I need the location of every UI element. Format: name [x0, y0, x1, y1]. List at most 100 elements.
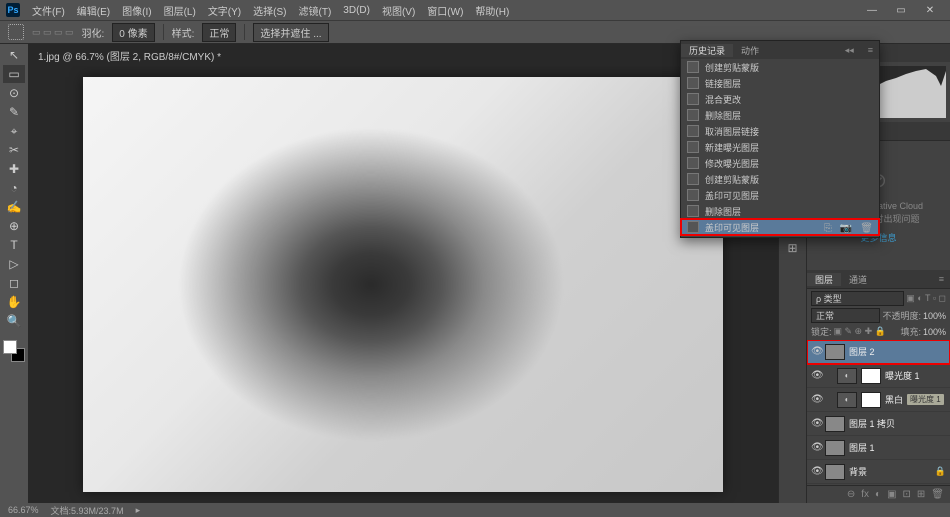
style-select[interactable]: 正常 [202, 23, 236, 42]
status-chevron-icon[interactable]: ▸ [136, 505, 141, 516]
layer-thumb[interactable] [861, 392, 881, 408]
layer-thumb[interactable]: ◐ [837, 392, 857, 408]
history-panel[interactable]: 历史记录 动作 ◂◂ ≡ 创建剪贴蒙版链接图层混合更改删除图层取消图层链接新建曝… [680, 40, 880, 238]
history-item[interactable]: 取消图层链接 [681, 123, 879, 139]
eyedropper-tool[interactable]: ✂ [3, 141, 25, 159]
history-item[interactable]: 删除图层 [681, 203, 879, 219]
canvas[interactable] [83, 77, 723, 492]
zoom-readout[interactable]: 66.67% [8, 505, 39, 515]
history-item[interactable]: 创建剪贴蒙版 [681, 171, 879, 187]
window-close-icon[interactable]: ✕ [916, 2, 944, 18]
menu-filter[interactable]: 滤镜(T) [295, 1, 336, 20]
layer-thumb[interactable] [825, 464, 845, 480]
new-layer-icon[interactable]: ⊞ [917, 489, 925, 500]
visibility-toggle-icon[interactable]: 👁 [811, 346, 821, 357]
layer-name[interactable]: 图层 1 拷贝 [849, 417, 895, 430]
tab-channels[interactable]: 通道 [841, 273, 875, 286]
visibility-toggle-icon[interactable]: 👁 [811, 370, 821, 381]
layer-row[interactable]: 👁背景🔒 [807, 460, 950, 484]
document-tab[interactable]: 1.jpg @ 66.7% (图层 2, RGB/8#/CMYK) * [28, 44, 778, 66]
marquee-new-icon[interactable]: ▭ ▭ ▭ ▭ [32, 27, 74, 38]
fill-value[interactable]: 100% [923, 327, 946, 337]
history-snapshot-icon[interactable]: 📷 [840, 223, 852, 234]
menu-help[interactable]: 帮助(H) [471, 1, 513, 20]
panel-menu-icon[interactable]: ≡ [860, 45, 879, 55]
layer-name[interactable]: 图层 1 [849, 441, 875, 454]
opacity-value[interactable]: 100% [923, 311, 946, 321]
delete-layer-icon[interactable]: 🗑 [931, 489, 944, 500]
feather-input[interactable]: 0 像素 [112, 23, 154, 42]
window-minimize-icon[interactable]: — [858, 2, 886, 18]
clone-tool[interactable]: ✍ [3, 198, 25, 216]
menu-type[interactable]: 文字(Y) [204, 1, 245, 20]
layer-row[interactable]: 👁◐黑白曝光度 1 [807, 388, 950, 412]
layer-name[interactable]: 黑白 [885, 393, 903, 406]
history-list[interactable]: 创建剪贴蒙版链接图层混合更改删除图层取消图层链接新建曝光图层修改曝光图层创建剪贴… [681, 59, 879, 219]
menu-window[interactable]: 窗口(W) [423, 1, 467, 20]
history-delete-icon[interactable]: 🗑 [860, 223, 873, 234]
menu-view[interactable]: 视图(V) [378, 1, 419, 20]
menu-layer[interactable]: 图层(L) [160, 1, 200, 20]
type-tool[interactable]: T [3, 236, 25, 254]
history-item[interactable]: 删除图层 [681, 107, 879, 123]
crop-tool[interactable]: ⌖ [3, 122, 25, 140]
layer-row[interactable]: 👁 图层 1 [807, 436, 950, 460]
history-item[interactable]: 修改曝光图层 [681, 155, 879, 171]
layer-thumb[interactable] [825, 416, 845, 432]
history-new-doc-icon[interactable]: ⎘ [824, 223, 832, 234]
history-item[interactable]: 盖印可见图层 [681, 187, 879, 203]
magic-wand-tool[interactable]: ✎ [3, 103, 25, 121]
blend-mode-select[interactable]: 正常 [811, 308, 880, 323]
link-layers-icon[interactable]: ⊖ [847, 489, 855, 500]
layer-thumb[interactable] [825, 440, 845, 456]
select-and-mask-button[interactable]: 选择并遮住 ... [253, 23, 328, 42]
lock-icons[interactable]: ▣ ✎ ⊕ ✚ 🔒 [834, 326, 886, 337]
menu-edit[interactable]: 编辑(E) [73, 1, 114, 20]
history-item[interactable]: 混合更改 [681, 91, 879, 107]
group-icon[interactable]: ⊡ [903, 489, 911, 500]
tab-history[interactable]: 历史记录 [681, 44, 733, 57]
lasso-tool[interactable]: ⊙ [3, 84, 25, 102]
foreground-color-swatch[interactable] [3, 340, 17, 354]
healing-tool[interactable]: ✚ [3, 160, 25, 178]
window-restore-icon[interactable]: ▭ [887, 2, 915, 18]
panel-menu-icon[interactable]: ≡ [931, 274, 950, 284]
layer-row[interactable]: 👁 图层 2 [807, 340, 950, 364]
shape-tool[interactable]: ◻ [3, 274, 25, 292]
layer-name[interactable]: 背景 [849, 465, 867, 478]
menu-image[interactable]: 图像(I) [118, 1, 155, 20]
layer-thumb[interactable]: ◐ [837, 368, 857, 384]
layer-list[interactable]: 👁图层 2👁◐曝光度 1👁◐黑白曝光度 1👁图层 1 拷贝👁图层 1👁背景🔒 [807, 340, 950, 485]
layer-fx-icon[interactable]: fx [861, 489, 869, 500]
layer-thumb[interactable] [825, 344, 845, 360]
hand-tool[interactable]: ✋ [3, 293, 25, 311]
layer-row[interactable]: 👁 图层 1 拷贝 [807, 412, 950, 436]
tool-preset-icon[interactable] [8, 24, 24, 40]
visibility-toggle-icon[interactable]: 👁 [811, 394, 821, 405]
layer-thumb[interactable] [861, 368, 881, 384]
menu-select[interactable]: 选择(S) [249, 1, 290, 20]
brush-tool[interactable]: ◔ [3, 179, 25, 197]
strip-icon[interactable]: ⊞ [787, 241, 797, 255]
layer-row[interactable]: 👁 ◐ 曝光度 1 [807, 364, 950, 388]
layer-name[interactable]: 曝光度 1 [885, 369, 920, 382]
layer-name[interactable]: 图层 2 [849, 345, 875, 358]
move-tool[interactable]: ↖ [3, 46, 25, 64]
history-item[interactable]: 链接图层 [681, 75, 879, 91]
menu-3d[interactable]: 3D(D) [339, 3, 374, 18]
history-item[interactable]: 创建剪贴蒙版 [681, 59, 879, 75]
layer-mask-icon[interactable]: ◐ [875, 489, 881, 500]
eraser-tool[interactable]: ⊕ [3, 217, 25, 235]
color-swatches[interactable] [3, 340, 25, 362]
pen-tool[interactable]: ▷ [3, 255, 25, 273]
tab-actions[interactable]: 动作 [733, 44, 767, 57]
visibility-toggle-icon[interactable]: 👁 [811, 442, 821, 453]
zoom-tool[interactable]: 🔍 [3, 312, 25, 330]
layer-filter-select[interactable]: ρ 类型 [811, 291, 904, 306]
menu-file[interactable]: 文件(F) [28, 1, 69, 20]
visibility-toggle-icon[interactable]: 👁 [811, 466, 821, 477]
marquee-tool[interactable]: ▭ [3, 65, 25, 83]
visibility-toggle-icon[interactable]: 👁 [811, 418, 821, 429]
history-collapse-icon[interactable]: ◂◂ [839, 45, 860, 56]
history-item[interactable]: 新建曝光图层 [681, 139, 879, 155]
